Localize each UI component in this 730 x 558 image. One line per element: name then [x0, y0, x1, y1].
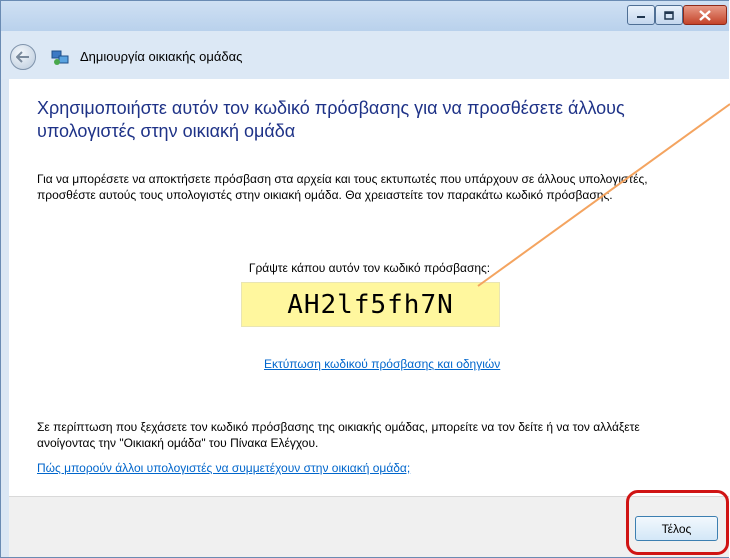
- maximize-button[interactable]: [655, 5, 683, 25]
- close-button[interactable]: [683, 5, 727, 25]
- minimize-button[interactable]: [627, 5, 655, 25]
- close-icon: [699, 9, 711, 21]
- page-heading: Χρησιμοποιήστε αυτόν τον κωδικό πρόσβαση…: [37, 98, 625, 141]
- homegroup-wizard-window: Δημιουργία οικιακής ομάδας Χρησιμοποιήστ…: [0, 0, 729, 558]
- annotation-highlight-box: [626, 490, 729, 555]
- minimize-icon: [637, 16, 645, 18]
- homegroup-password: AH2lf5fh7N: [241, 282, 500, 327]
- maximize-icon: [664, 10, 674, 20]
- forgot-password-note: Σε περίπτωση που ξεχάσετε τον κωδικό πρό…: [37, 420, 640, 450]
- footer-bar: [9, 496, 729, 557]
- content-panel: Χρησιμοποιήστε αυτόν τον κωδικό πρόσβαση…: [9, 79, 729, 496]
- print-password-link[interactable]: Εκτύπωση κωδικού πρόσβασης και οδηγιών: [264, 357, 500, 371]
- password-instruction: Γράψτε κάπου αυτόν τον κωδικό πρόσβασης:: [248, 261, 491, 275]
- wizard-title: Δημιουργία οικιακής ομάδας: [80, 49, 243, 64]
- help-link[interactable]: Πώς μπορούν άλλοι υπολογιστές να συμμετέ…: [37, 461, 410, 475]
- back-button[interactable]: [10, 44, 36, 70]
- back-arrow-icon: [16, 51, 29, 63]
- homegroup-icon: [51, 50, 69, 65]
- title-bar: [1, 1, 729, 31]
- description-text: Για να μπορέσετε να αποκτήσετε πρόσβαση …: [37, 172, 648, 202]
